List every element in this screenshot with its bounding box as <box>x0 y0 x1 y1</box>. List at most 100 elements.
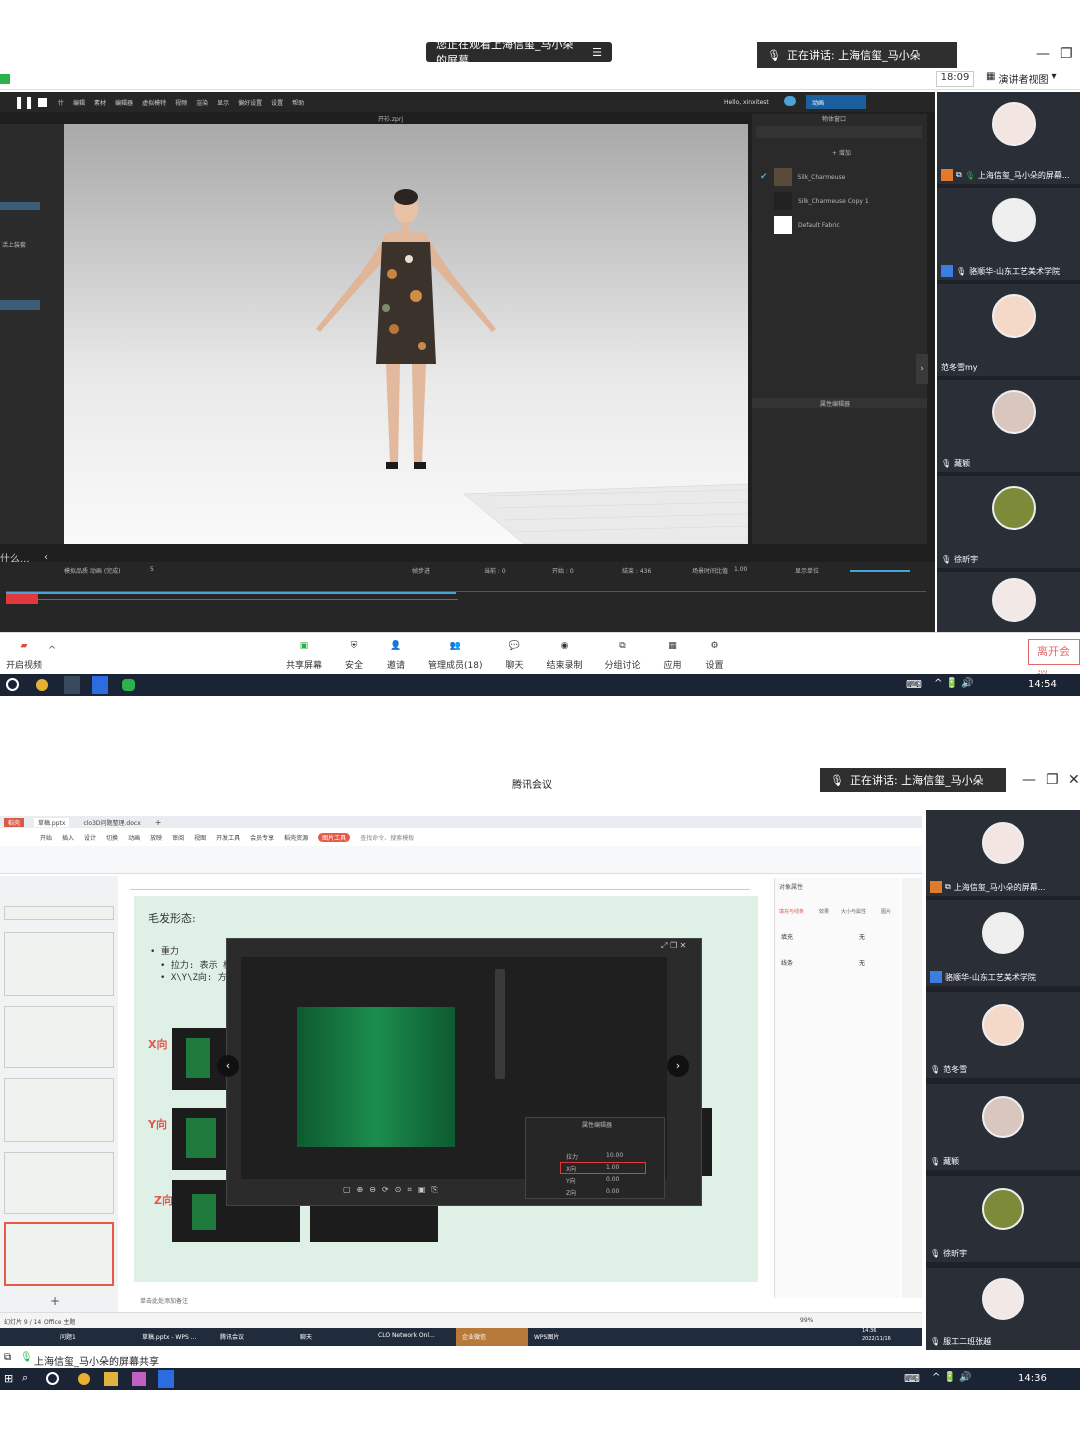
meeting-app-icon[interactable] <box>158 1370 174 1388</box>
share-screen-button[interactable]: ▣ 共享屏幕 <box>286 637 322 671</box>
menu-help[interactable]: 帮助 <box>292 98 304 107</box>
close-icon[interactable]: ✕ <box>1068 772 1080 788</box>
3d-viewport[interactable] <box>64 124 748 544</box>
prop-row-value[interactable]: 1.00 <box>606 1164 619 1171</box>
leave-meeting-button[interactable]: 离开会议 <box>1028 639 1080 682</box>
slide-thumbnail[interactable] <box>4 1078 114 1142</box>
viewer-toolbar[interactable]: ▢⊕⊖⟳⊙⌗▣⎘ <box>343 1185 563 1199</box>
slide-thumbnail[interactable] <box>4 932 114 996</box>
viewing-banner[interactable]: 您正在观看上海信玺_马小朵的屏幕 ☰ <box>426 38 612 67</box>
object-panel-tabs[interactable] <box>756 126 922 138</box>
maximize-icon[interactable]: ❐ <box>1046 772 1059 788</box>
properties-tab[interactable]: 效果 <box>819 908 829 915</box>
ribbon-tab[interactable]: 稻壳资源 <box>284 833 308 842</box>
settings-button[interactable]: ⚙ 设置 <box>705 637 725 671</box>
search-command[interactable]: 查找命令、搜索模板 <box>360 833 414 842</box>
add-slide-icon[interactable]: + <box>50 1294 60 1308</box>
next-image-icon[interactable]: › <box>667 1055 689 1077</box>
participant-tile[interactable] <box>937 572 1080 632</box>
menu-settings[interactable]: 设置 <box>271 98 283 107</box>
menu-editor[interactable]: 编辑器 <box>115 98 133 107</box>
ribbon-tab[interactable]: 放映 <box>150 833 162 842</box>
zoom-level[interactable]: 99% <box>800 1317 813 1324</box>
fill-label[interactable]: 填充 <box>781 932 793 941</box>
ribbon-tab[interactable]: 会员专享 <box>250 833 274 842</box>
chrome-icon[interactable] <box>78 1373 90 1385</box>
participant-tile[interactable]: ⧉ 上海信玺_马小朵的屏幕... <box>926 810 1080 896</box>
fill-value[interactable]: 无 <box>859 932 865 941</box>
pause-icon[interactable]: ❚❚ <box>14 95 34 109</box>
menu-display[interactable]: 显示 <box>217 98 229 107</box>
left-selected-row[interactable] <box>0 202 40 210</box>
prop-row-value[interactable]: 0.00 <box>606 1188 619 1195</box>
participant-tile[interactable]: 🎙 骆顺华-山东工艺美术学院 <box>937 188 1080 280</box>
start-frame[interactable]: 开始 : 0 <box>552 566 574 575</box>
keyboard-icon[interactable]: ⌨ <box>904 1372 920 1385</box>
zoom-slider[interactable] <box>850 570 910 572</box>
keyboard-icon[interactable]: ⌨ <box>906 678 922 691</box>
cloud-icon[interactable] <box>784 96 796 106</box>
menu-video[interactable]: 视频 <box>175 98 187 107</box>
notes-placeholder[interactable]: 单击此处添加备注 <box>140 1296 188 1305</box>
apps-button[interactable]: ▦ 应用 <box>663 637 683 671</box>
ribbon-tab-active[interactable]: 图片工具 <box>318 832 351 842</box>
start-icon[interactable] <box>6 678 19 691</box>
participant-tile[interactable]: 🎙 范冬雪 <box>926 992 1080 1078</box>
properties-tab[interactable]: 填充与线条 <box>779 908 804 915</box>
participant-tile[interactable]: 范冬雪my <box>937 284 1080 376</box>
properties-tab[interactable]: 大小与属性 <box>841 908 866 915</box>
stop-recording-button[interactable]: ◉ 结束录制 <box>547 637 583 671</box>
participant-tile[interactable]: ⧉ 🎙 上海信玺_马小朵的屏幕... <box>937 92 1080 184</box>
pause-controls[interactable]: ❚❚ <box>0 92 58 112</box>
slide-thumbnail[interactable] <box>4 1152 114 1214</box>
security-button[interactable]: ⛨ 安全 <box>344 637 364 671</box>
slide-thumbnail[interactable] <box>4 906 114 920</box>
chrome-icon[interactable] <box>36 679 48 691</box>
tray-icons[interactable]: ^ 🔋 🔊 <box>934 678 974 689</box>
side-tool-strip[interactable] <box>902 878 922 1298</box>
left-selected-row-2[interactable] <box>0 300 40 310</box>
fps-value[interactable]: 5 <box>150 566 154 573</box>
prop-row-value[interactable]: 0.00 <box>606 1176 619 1183</box>
previous-image-icon[interactable]: ‹ <box>217 1055 239 1077</box>
start-video-button[interactable]: ▰ 开启视频 <box>6 637 42 671</box>
taskbar-item[interactable]: 问题1 <box>60 1332 76 1341</box>
tab-docx[interactable]: clo3D问题整理.docx <box>79 818 144 827</box>
view-mode-button[interactable]: ▦ 演讲者视图 ▾ <box>986 71 1056 86</box>
menu-edit[interactable]: 编辑 <box>73 98 85 107</box>
ribbon-toolbar[interactable] <box>0 846 922 874</box>
minimize-icon[interactable]: — <box>1036 46 1050 62</box>
menu-preferences[interactable]: 偏好设置 <box>238 98 262 107</box>
new-tab-icon[interactable]: + <box>155 818 162 827</box>
participant-tile[interactable]: 🎙 藏颖 <box>937 380 1080 472</box>
keyframe-range[interactable] <box>6 594 38 604</box>
fabric-row[interactable]: Default Fabric <box>760 214 920 236</box>
taskbar-item[interactable]: 腾讯会议 <box>220 1332 244 1341</box>
invite-button[interactable]: 👤 邀请 <box>386 637 406 671</box>
chat-button[interactable]: 💬 聊天 <box>505 637 525 671</box>
ribbon-tab[interactable]: 动画 <box>128 833 140 842</box>
chevron-left-icon[interactable]: ‹ <box>44 552 48 563</box>
end-frame[interactable]: 结束 : 436 <box>622 566 651 575</box>
minimize-icon[interactable]: — <box>1022 772 1036 788</box>
meeting-app-icon[interactable] <box>92 676 108 694</box>
menu-render[interactable]: 渲染 <box>196 98 208 107</box>
tray-icons[interactable]: ^ 🔋 🔊 <box>932 1372 972 1383</box>
mode-button[interactable]: 动画 <box>806 95 866 109</box>
ribbon-tab[interactable]: 切换 <box>106 833 118 842</box>
taskbar-item[interactable]: 聊天 <box>300 1332 312 1341</box>
windows-icon[interactable]: ⊞ <box>4 1372 13 1385</box>
playhead-track[interactable] <box>6 592 456 594</box>
manage-members-button[interactable]: 👥 管理成员(18) <box>428 637 482 671</box>
app-icon[interactable] <box>132 1372 146 1386</box>
prop-row-value[interactable]: 10.00 <box>606 1152 623 1159</box>
search-icon[interactable]: ⌕ <box>22 1371 28 1385</box>
maximize-icon[interactable]: ❐ <box>1060 46 1073 62</box>
menu-file[interactable]: 什 <box>58 98 64 107</box>
taskbar-item[interactable]: 企业微信 <box>456 1328 528 1346</box>
current-frame[interactable]: 当前 : 0 <box>484 566 506 575</box>
add-button[interactable]: + 增加 <box>832 148 851 157</box>
ribbon-tab[interactable]: 视图 <box>194 833 206 842</box>
slide-thumbnail[interactable] <box>4 1006 114 1068</box>
slide-thumbnail-active[interactable] <box>4 1222 114 1286</box>
